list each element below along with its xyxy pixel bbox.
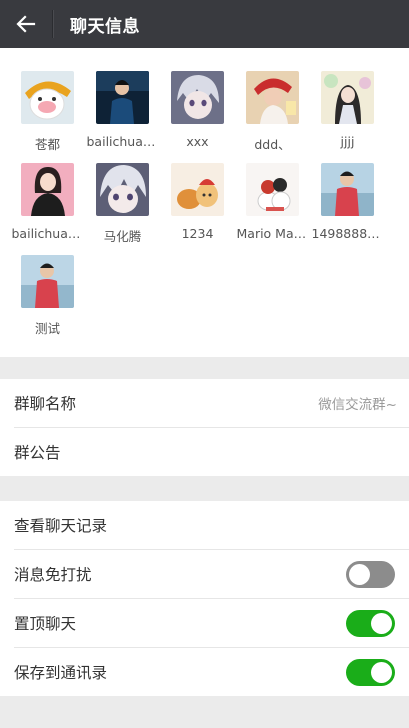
member-name: bailichuanbai — [86, 134, 159, 149]
member-item[interactable]: xxx — [160, 71, 235, 163]
member-item[interactable]: jjjj — [310, 71, 385, 163]
group-name-label: 群聊名称 — [14, 395, 77, 413]
member-name: jjjj — [340, 134, 355, 149]
member-item[interactable]: bailichuanbai — [85, 71, 160, 163]
group-info-section: 群聊名称 微信交流群~ 群公告 — [0, 379, 409, 476]
pin-label: 置顶聊天 — [14, 615, 77, 633]
member-name: 测试 — [34, 321, 60, 336]
group-name-row[interactable]: 群聊名称 微信交流群~ — [14, 379, 409, 428]
avatar — [321, 163, 374, 216]
member-item[interactable]: bailichuanbai — [10, 163, 85, 255]
member-item[interactable]: 测试 — [10, 255, 85, 347]
back-button[interactable] — [0, 0, 52, 48]
member-name: 马化腾 — [103, 229, 142, 244]
save-contacts-toggle[interactable] — [346, 658, 395, 686]
member-grid: 苍都 bailichuanbai xxx — [0, 48, 409, 357]
pin-row: 置顶聊天 — [14, 599, 409, 648]
mute-label: 消息免打扰 — [14, 566, 92, 584]
group-name-value: 微信交流群~ — [318, 397, 397, 413]
member-name: Mario Mario — [236, 226, 309, 241]
avatar — [321, 71, 374, 124]
avatar — [21, 71, 74, 124]
avatar — [171, 163, 224, 216]
avatar — [171, 71, 224, 124]
avatar — [96, 71, 149, 124]
arrow-left-icon — [16, 15, 36, 33]
mute-toggle[interactable] — [346, 560, 395, 588]
page-title: 聊天信息 — [70, 16, 140, 37]
settings-section: 查看聊天记录 消息免打扰 置顶聊天 保存到通讯录 — [0, 501, 409, 696]
chat-history-row[interactable]: 查看聊天记录 — [14, 501, 409, 550]
member-name: 1234 — [181, 226, 214, 241]
member-item[interactable]: 苍都 — [10, 71, 85, 163]
member-name: xxx — [186, 134, 209, 149]
avatar — [96, 163, 149, 216]
member-item[interactable]: 1234 — [160, 163, 235, 255]
avatar — [21, 255, 74, 308]
member-item[interactable]: 14988888888 — [310, 163, 385, 255]
member-name: 14988888888 — [311, 226, 384, 241]
avatar — [246, 163, 299, 216]
group-notice-label: 群公告 — [14, 444, 61, 462]
member-name: bailichuanbai — [11, 226, 84, 241]
group-notice-row[interactable]: 群公告 — [14, 428, 409, 476]
toggle-knob — [349, 563, 370, 585]
top-bar: 聊天信息 — [0, 0, 409, 48]
toggle-knob — [371, 661, 392, 683]
save-contacts-row: 保存到通讯录 — [14, 648, 409, 696]
header-divider — [52, 10, 53, 38]
member-name: 苍都 — [34, 137, 60, 152]
chat-history-label: 查看聊天记录 — [14, 517, 108, 535]
member-item[interactable]: 马化腾 — [85, 163, 160, 255]
avatar — [21, 163, 74, 216]
pin-toggle[interactable] — [346, 609, 395, 637]
member-name: ddd、 — [254, 137, 291, 152]
mute-row: 消息免打扰 — [14, 550, 409, 599]
save-contacts-label: 保存到通讯录 — [14, 664, 108, 682]
avatar — [246, 71, 299, 124]
member-item[interactable]: ddd、 — [235, 71, 310, 163]
toggle-knob — [371, 612, 392, 634]
member-item[interactable]: Mario Mario — [235, 163, 310, 255]
